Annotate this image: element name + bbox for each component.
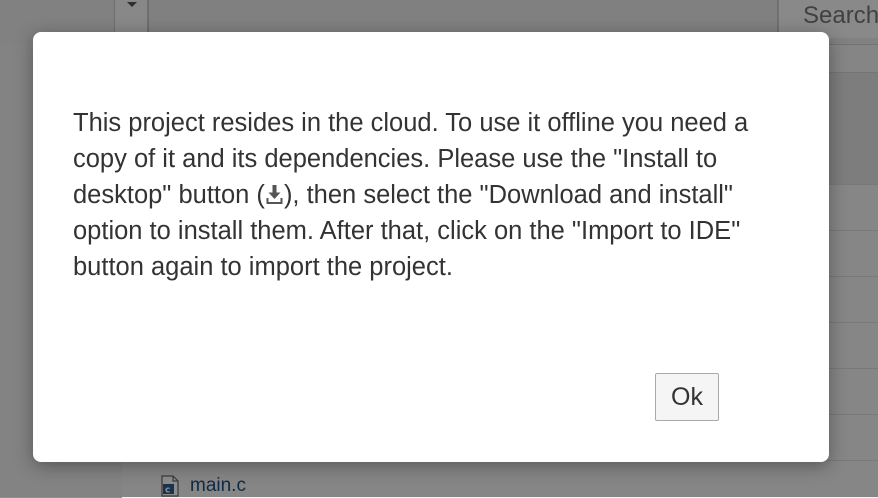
download-icon (266, 185, 283, 204)
ok-button[interactable]: Ok (655, 373, 719, 421)
offline-info-dialog: This project resides in the cloud. To us… (33, 32, 829, 462)
dialog-message: This project resides in the cloud. To us… (73, 105, 793, 285)
